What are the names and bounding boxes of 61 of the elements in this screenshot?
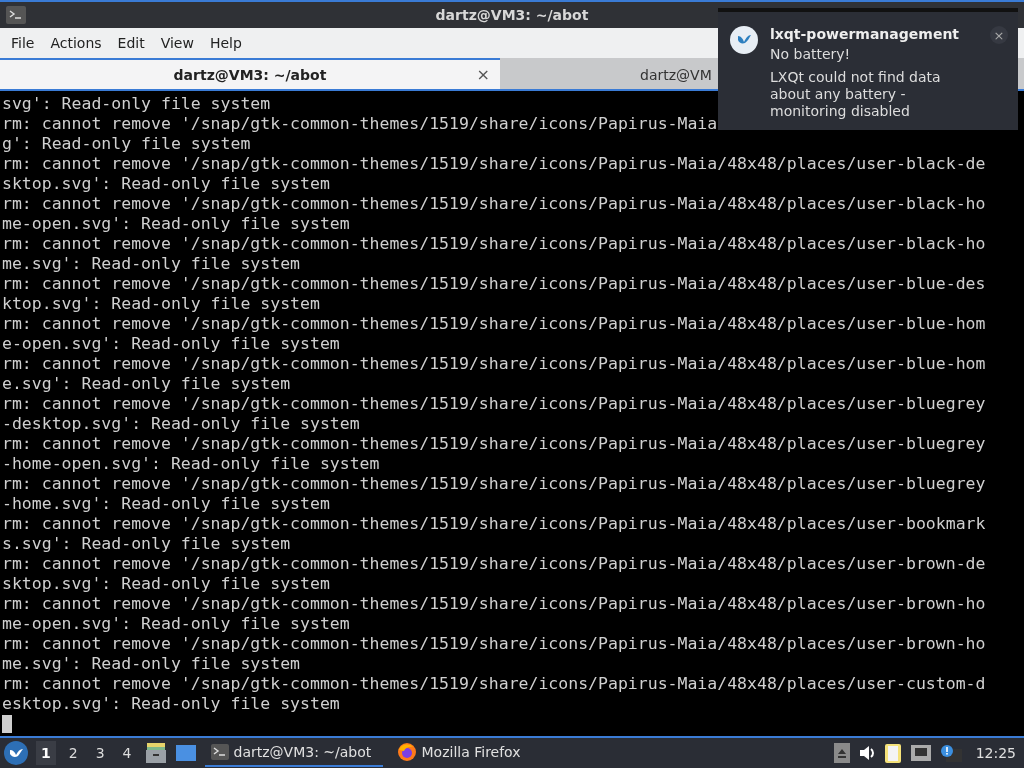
terminal-line: sktop.svg': Read-only file system <box>1 174 330 194</box>
terminal-line: e.svg': Read-only file system <box>1 374 291 394</box>
terminal-line: me-open.svg': Read-only file system <box>1 614 350 634</box>
terminal-line: sktop.svg': Read-only file system <box>1 574 330 594</box>
terminal-line: e-open.svg': Read-only file system <box>1 334 340 354</box>
terminal-line: s.svg': Read-only file system <box>1 534 291 554</box>
terminal-line: -home-open.svg': Read-only file system <box>1 454 380 474</box>
menu-item[interactable]: Edit <box>109 34 153 51</box>
notification-message: LXQt could not find data about any battery - monitoring disabled <box>770 69 942 120</box>
terminal-line: rm: cannot remove '/snap/gtk-common-themes/1519/share/icons/Papirus-Maia/48x48/places/user-bluegrey <box>1 434 986 454</box>
terminal-line: g': Read-only file system <box>1 134 251 154</box>
clipboard-icon[interactable] <box>883 742 902 764</box>
task-button[interactable]: dartz@VM3: ~/abot <box>204 739 383 767</box>
fox-globe-icon <box>396 742 417 762</box>
desktop-switch[interactable]: 2 <box>63 741 83 765</box>
menu-item[interactable]: View <box>152 34 202 51</box>
notification-summary: No battery! <box>770 46 852 63</box>
terminal-line: rm: cannot remove '/snap/gtk-common-themes/1519/share/icons/Papirus-Maia/48x48/places/user-black-ho <box>1 234 986 254</box>
desktop-switch[interactable]: 1 <box>36 741 56 765</box>
terminal-line: rm: cannot remove '/snap/gtk-common-themes/1519/share/icons/Papirus-Maia/48x48/places/user-bluegrey <box>1 394 986 414</box>
alert-icon[interactable] <box>939 744 962 762</box>
terminal-line: me.svg': Read-only file system <box>1 254 300 274</box>
menu-item[interactable]: Actions <box>42 34 110 51</box>
menu-item[interactable]: Help <box>201 34 250 51</box>
terminal-line: me.svg': Read-only file system <box>1 654 300 674</box>
terminal-line: esktop.svg': Read-only file system <box>1 694 340 714</box>
tab[interactable]: dartz@VM3: ~/abot × <box>0 58 500 89</box>
terminal-icon <box>6 6 26 24</box>
terminal-line: rm: cannot remove '/snap/gtk-common-themes/1519/share/icons/Papirus-Maia/48x48/places/user-blue-hom <box>1 314 986 334</box>
window-title: dartz@VM3: ~/abot <box>435 7 589 23</box>
desktop-switch[interactable]: 3 <box>90 741 110 765</box>
terminal-line: rm: cannot remove '/snap/gtk-common-themes/1519/share/icons/Papirus-Maia/48x48/places/user-brown-ho <box>1 594 986 614</box>
terminal-line: me-open.svg': Read-only file system <box>1 214 350 234</box>
terminal-line: ktop.svg': Read-only file system <box>1 294 320 314</box>
terminal-line: rm: cannot remove '/snap/gtk-common-themes/1519/share/icons/Papirus-Maia/48x48/places/user-bluegrey <box>1 474 986 494</box>
terminal-line: rm: cannot remove '/snap/gtk-common-themes/1519/share/icons/Papirus-Maia/48x48/places/user-brown-ho <box>1 634 986 654</box>
terminal-line: svg': Read-only file system <box>1 94 271 114</box>
desktop-switch[interactable]: 4 <box>117 741 137 765</box>
terminal-line: -home.svg': Read-only file system <box>1 494 330 514</box>
terminal-line: rm: cannot remove '/snap/gtk-common-themes/1519/share/icons/Papirus-Maia/48x48/places/user-blue-des <box>1 274 986 294</box>
window-icon[interactable] <box>174 743 197 763</box>
close-icon[interactable]: × <box>476 65 490 84</box>
menu-item[interactable]: File <box>3 34 43 51</box>
task-button[interactable]: Mozilla Firefox <box>390 739 569 767</box>
terminal-line: rm: cannot remove '/snap/gtk-common-themes/1519/share/icons/Papirus-Maia/48x48/places/user-bookmark <box>1 514 986 534</box>
terminal-line: rm: cannot remove '/snap/gtk-common-themes/1519/share/icons/Papirus-Maia <box>1 114 718 134</box>
terminal-line: -desktop.svg': Read-only file system <box>1 414 360 434</box>
terminal-line: rm: cannot remove '/snap/gtk-common-themes/1519/share/icons/Papirus-Maia/48x48/places/user-blue-hom <box>1 354 986 374</box>
file-cabinet-icon[interactable] <box>144 742 167 764</box>
eject-icon[interactable] <box>833 743 850 763</box>
network-icon[interactable] <box>909 744 932 762</box>
terminal-line: rm: cannot remove '/snap/gtk-common-themes/1519/share/icons/Papirus-Maia/48x48/places/user-custom-d <box>1 674 986 694</box>
clock[interactable]: 12:25 <box>975 745 1016 761</box>
terminal-line: rm: cannot remove '/snap/gtk-common-themes/1519/share/icons/Papirus-Maia/48x48/places/user-black-ho <box>1 194 986 214</box>
close-button[interactable]: × <box>990 26 1008 44</box>
terminal-line: rm: cannot remove '/snap/gtk-common-themes/1519/share/icons/Papirus-Maia/48x48/places/user-brown-de <box>1 554 986 574</box>
text-cursor <box>2 715 12 733</box>
speaker-icon[interactable] <box>857 744 876 762</box>
terminal-line: rm: cannot remove '/snap/gtk-common-themes/1519/share/icons/Papirus-Maia/48x48/places/user-black-de <box>1 154 986 174</box>
notification-title: lxqt-powermanagement <box>770 26 961 42</box>
terminal-icon <box>210 744 229 760</box>
